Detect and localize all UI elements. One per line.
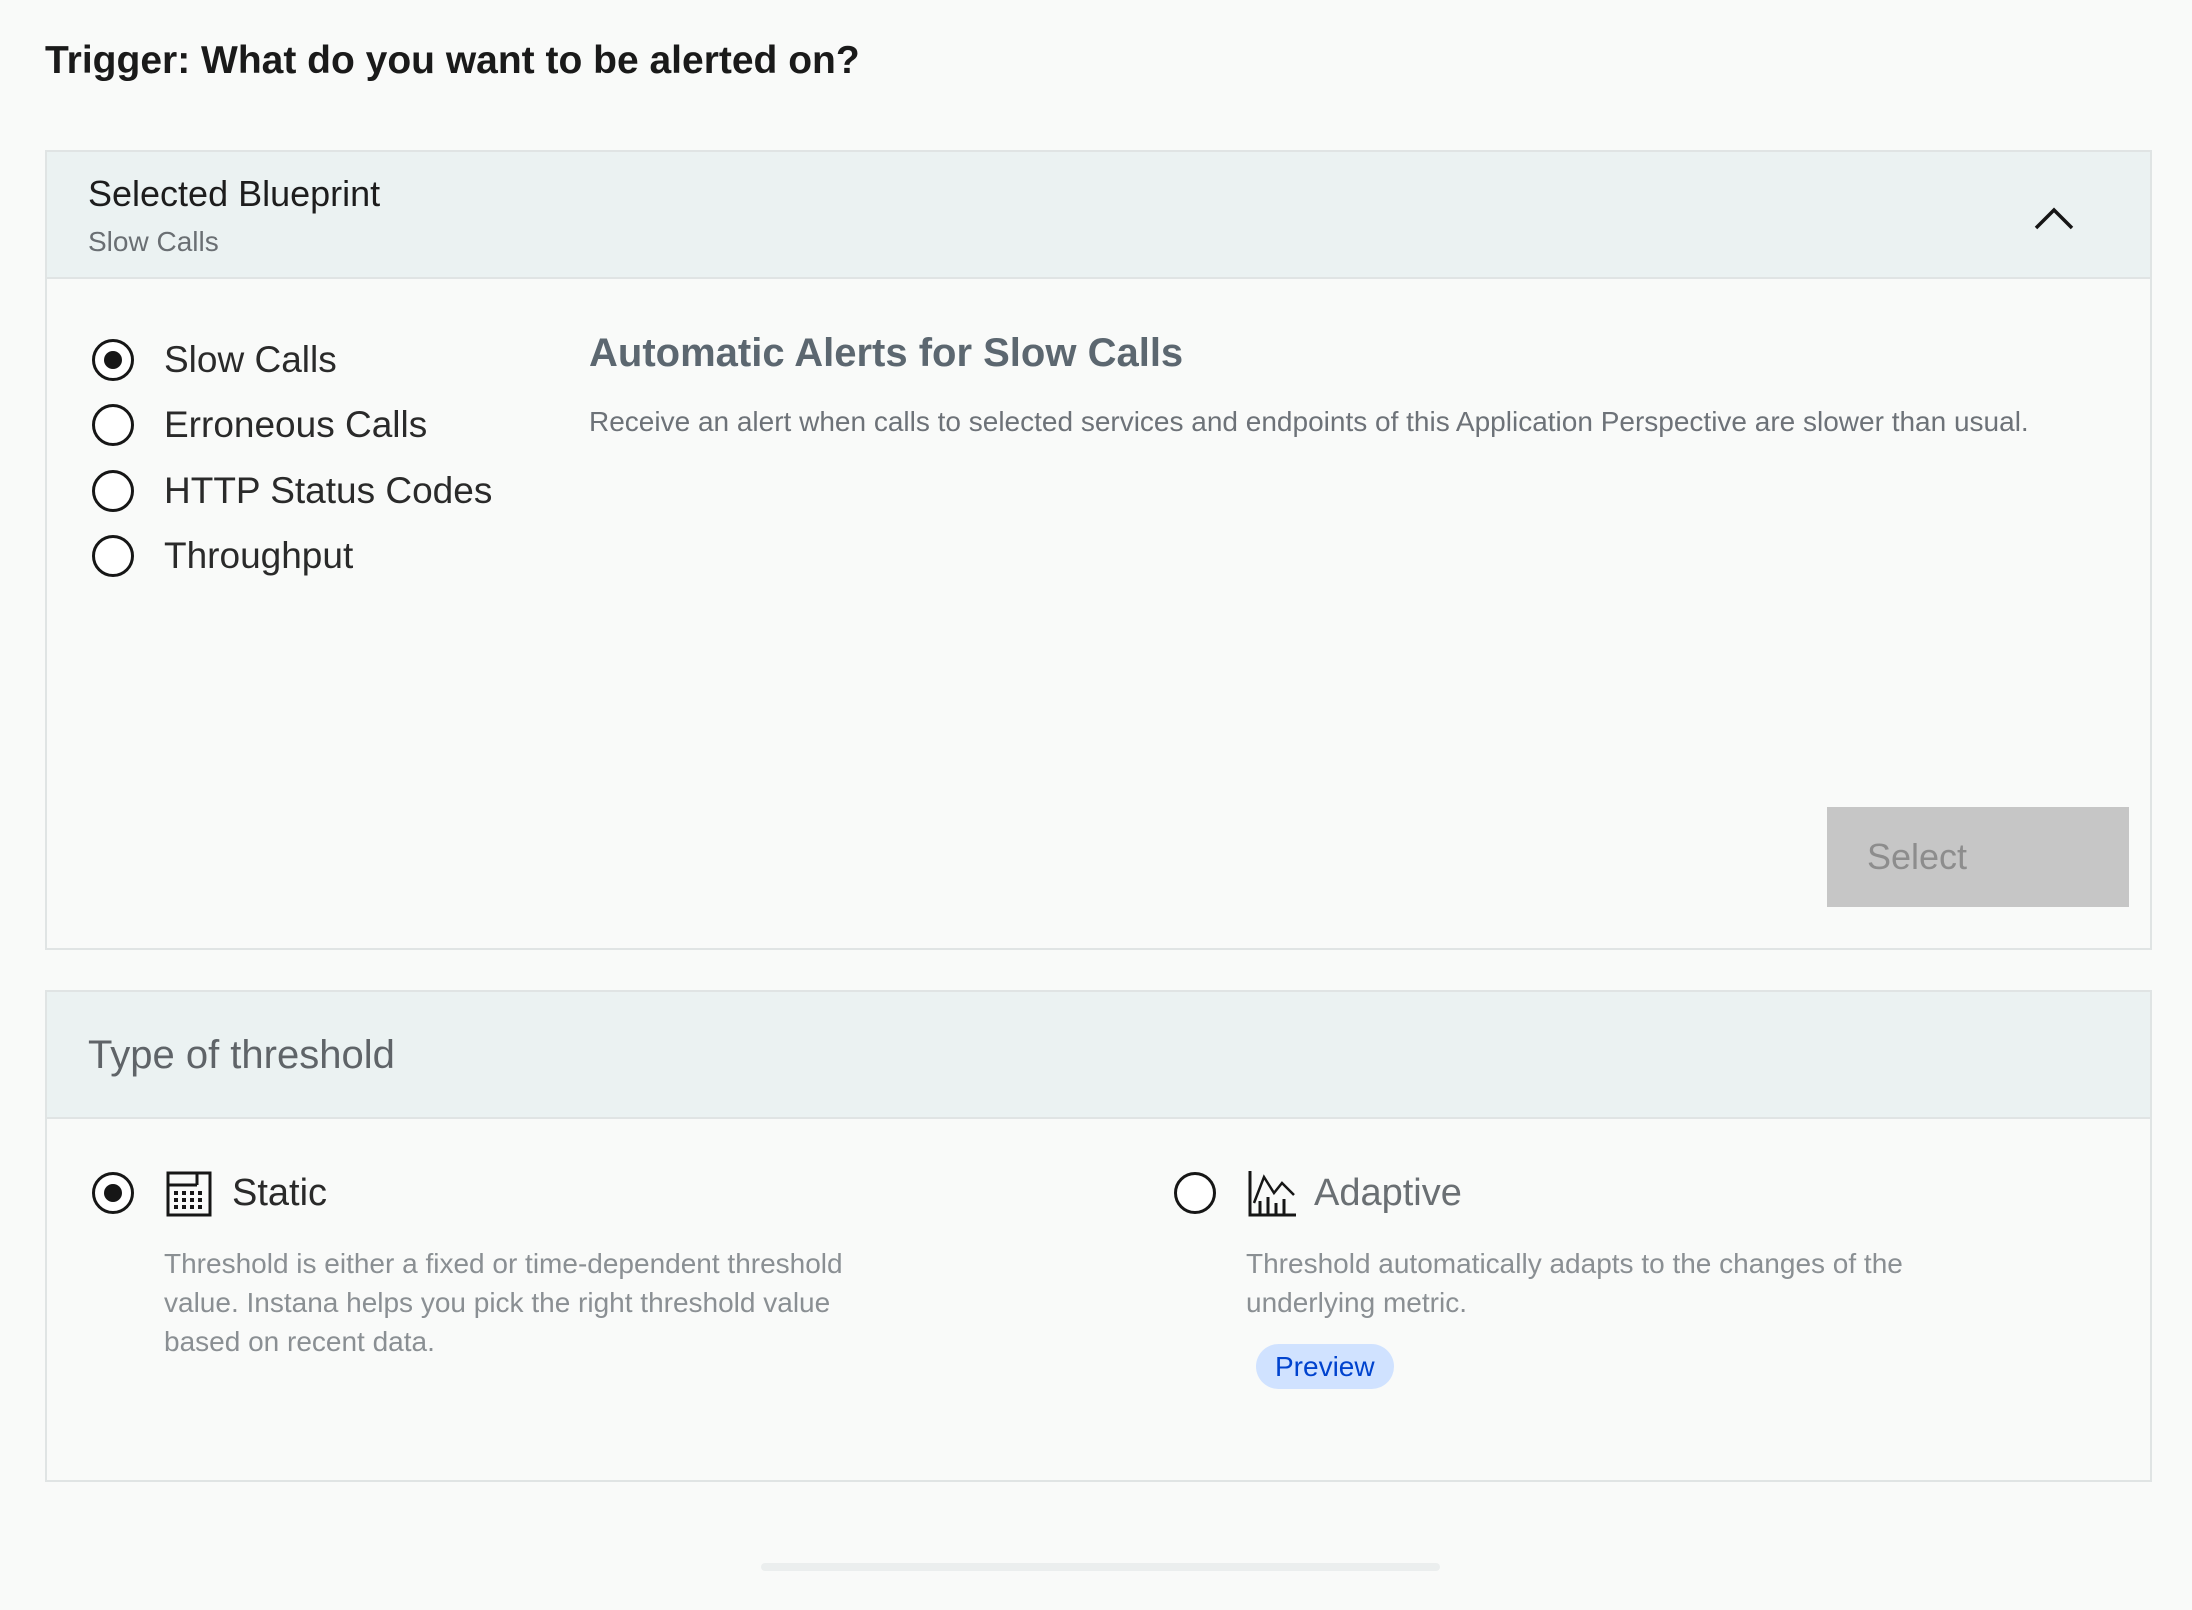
threshold-adaptive-label: Adaptive xyxy=(1314,1172,1462,1214)
blueprint-panel: Selected Blueprint Slow Calls Slow Calls… xyxy=(45,150,2152,950)
blueprint-detail-description: Receive an alert when calls to selected … xyxy=(589,406,2029,437)
threshold-panel-header: Type of threshold xyxy=(47,992,2150,1119)
radio-button[interactable] xyxy=(92,1172,134,1214)
threshold-static-label: Static xyxy=(232,1172,328,1214)
scroll-indicator[interactable] xyxy=(761,1563,1440,1571)
blueprint-panel-header[interactable]: Selected Blueprint Slow Calls xyxy=(47,152,2150,279)
blueprint-option-http-status-codes[interactable]: HTTP Status Codes xyxy=(92,458,492,524)
blueprint-option-erroneous-calls[interactable]: Erroneous Calls xyxy=(92,393,492,459)
select-button[interactable]: Select xyxy=(1827,807,2129,907)
radio-button[interactable] xyxy=(1174,1172,1216,1214)
option-label: Erroneous Calls xyxy=(164,404,428,446)
threshold-option-adaptive[interactable]: Adaptive Threshold automatically adapts … xyxy=(1174,1160,2006,1389)
blueprint-option-throughput[interactable]: Throughput xyxy=(92,524,492,590)
preview-tag: Preview xyxy=(1256,1344,1394,1389)
radio-button[interactable] xyxy=(92,404,134,447)
radio-button[interactable] xyxy=(92,338,134,381)
blueprint-detail-title: Automatic Alerts for Slow Calls xyxy=(589,331,1184,375)
threshold-static-description: Threshold is either a fixed or time-depe… xyxy=(164,1248,843,1357)
chevron-up-icon[interactable] xyxy=(2028,198,2080,238)
radio-button[interactable] xyxy=(92,535,134,578)
adaptive-threshold-icon xyxy=(1246,1167,1298,1219)
option-label: Throughput xyxy=(164,535,354,577)
blueprint-option-list: Slow Calls Erroneous Calls HTTP Status C… xyxy=(92,327,492,589)
blueprint-option-slow-calls[interactable]: Slow Calls xyxy=(92,327,492,393)
option-label: Slow Calls xyxy=(164,338,337,380)
threshold-adaptive-description: Threshold automatically adapts to the ch… xyxy=(1246,1248,1903,1318)
blueprint-header-title: Selected Blueprint xyxy=(88,173,381,214)
threshold-panel: Type of threshold Static Threshold is ei xyxy=(45,990,2152,1482)
threshold-title: Type of threshold xyxy=(88,1033,395,1077)
static-threshold-icon xyxy=(164,1167,216,1219)
page-title: Trigger: What do you want to be alerted … xyxy=(45,39,860,82)
blueprint-header-subtitle: Slow Calls xyxy=(88,226,219,257)
option-label: HTTP Status Codes xyxy=(164,469,493,511)
threshold-option-static[interactable]: Static Threshold is either a fixed or ti… xyxy=(92,1160,864,1361)
radio-button[interactable] xyxy=(92,469,134,512)
